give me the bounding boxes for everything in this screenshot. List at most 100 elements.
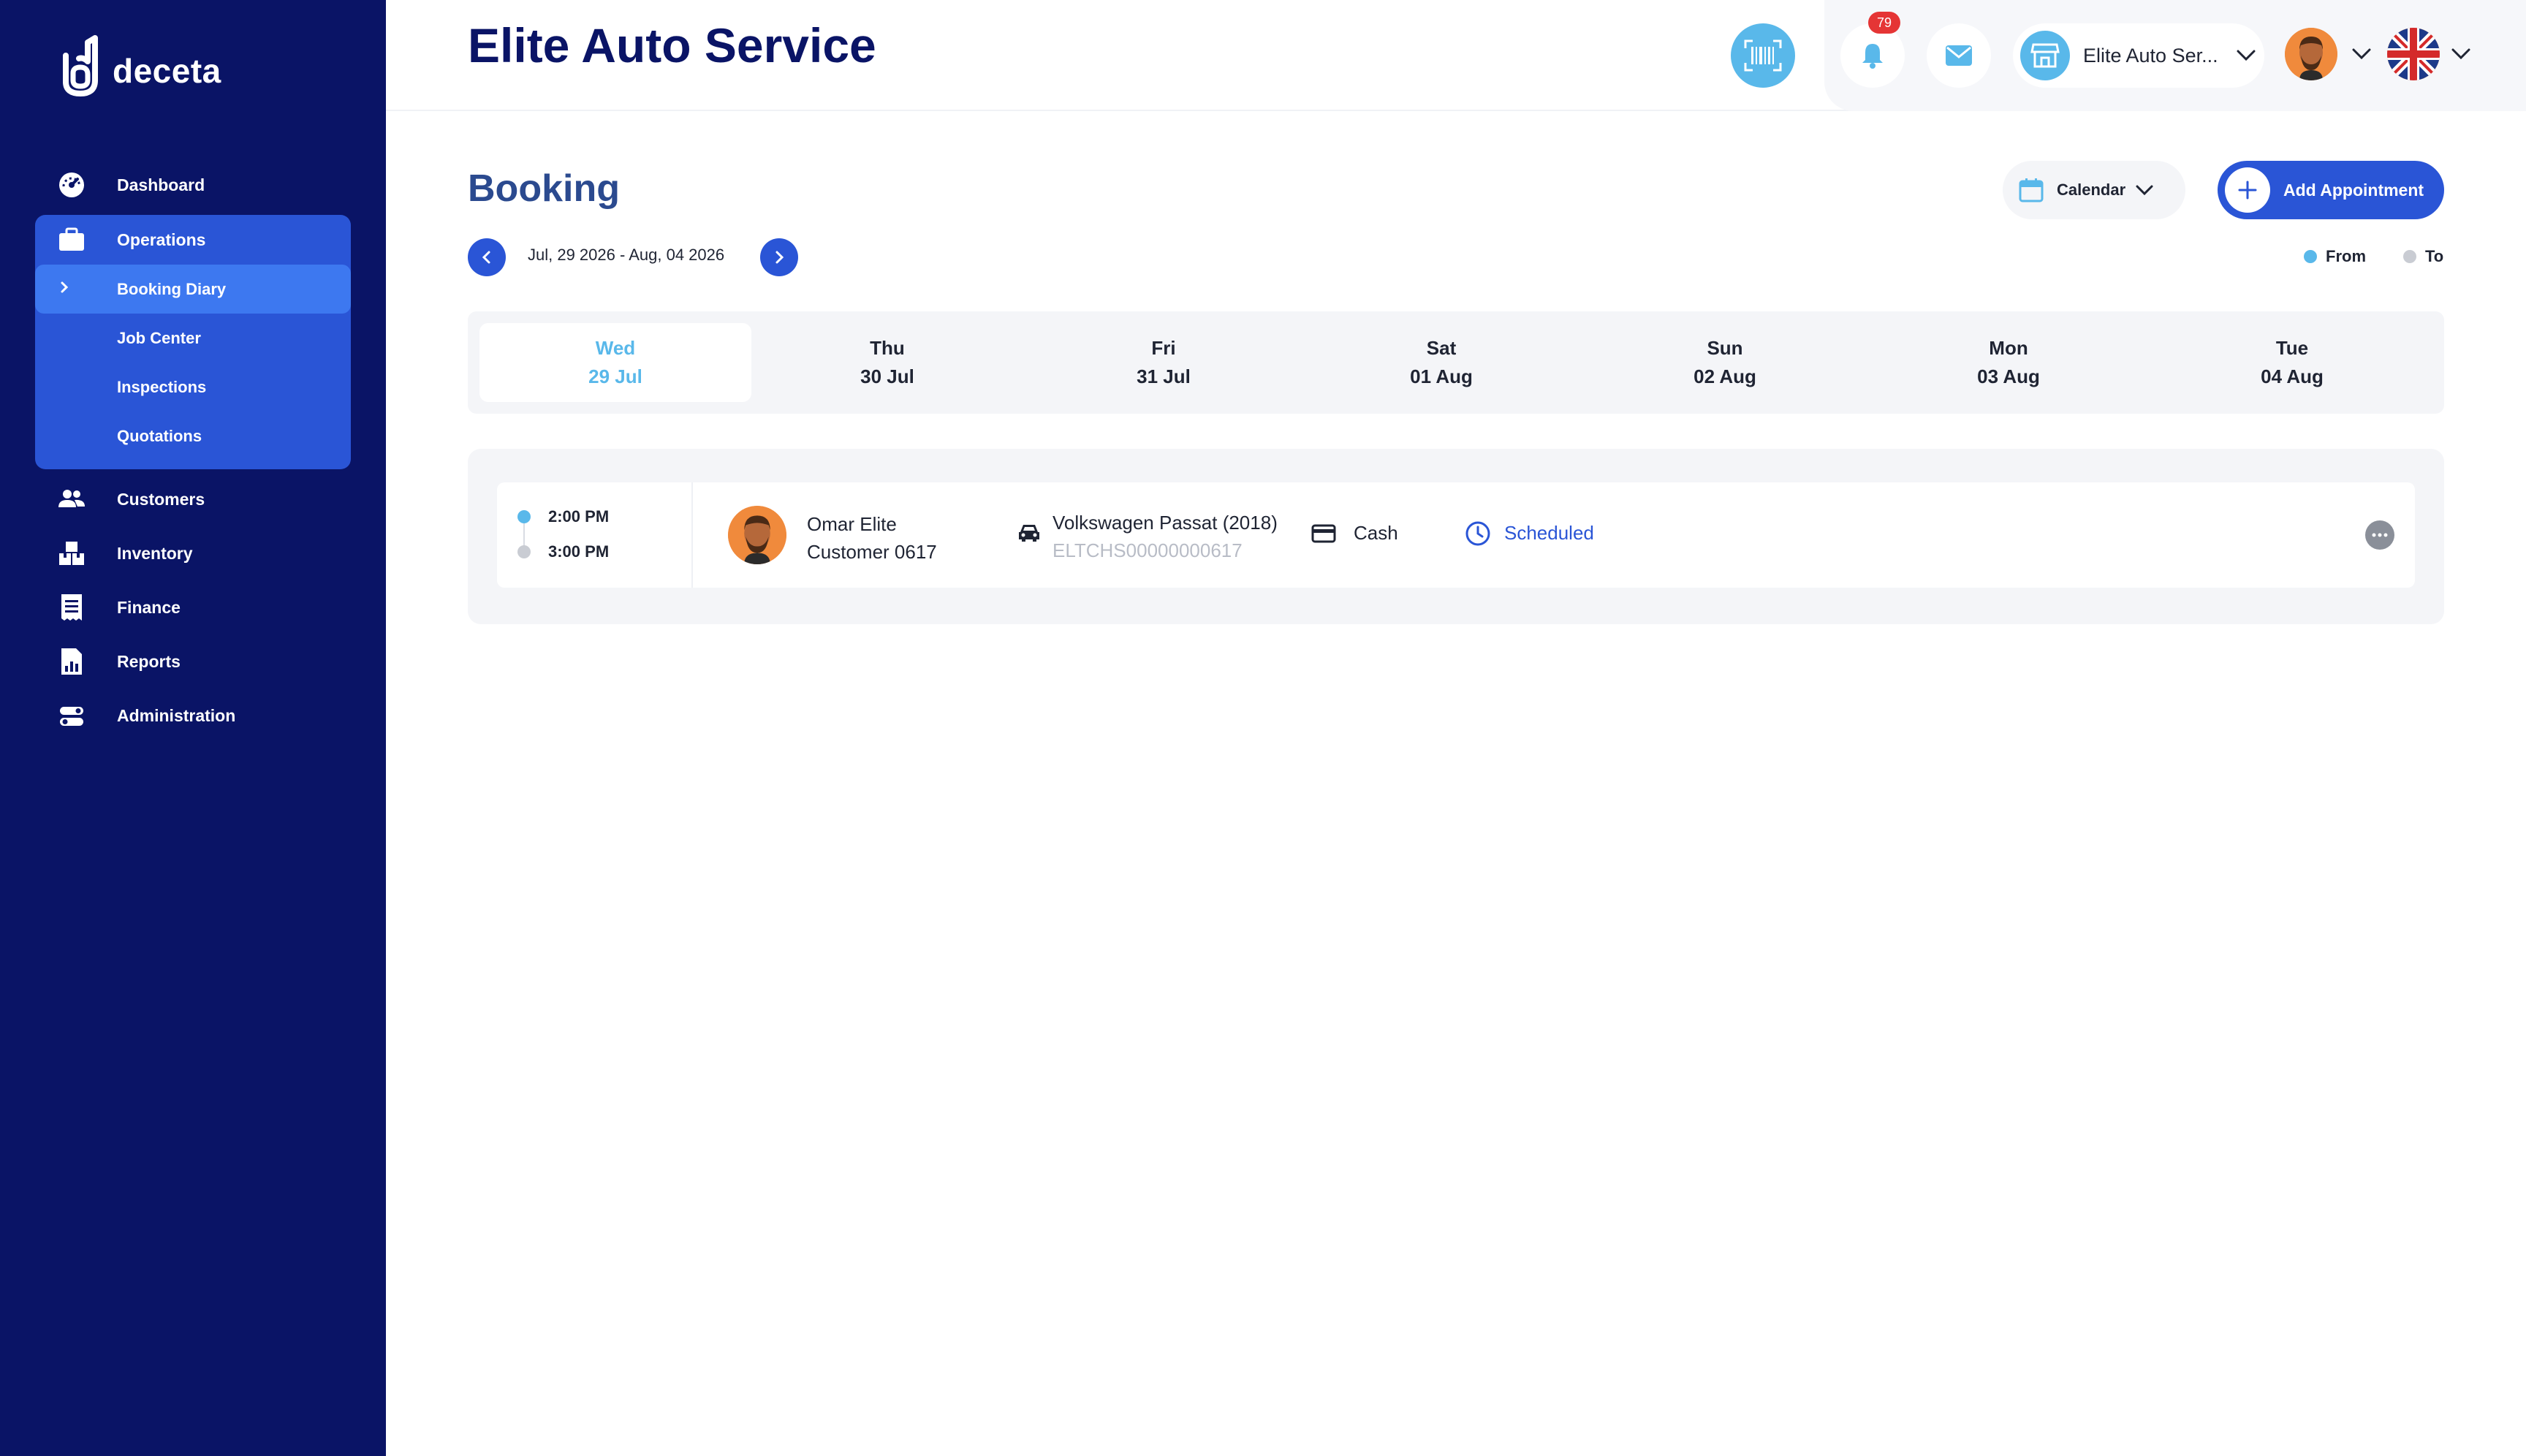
add-appointment-button[interactable]: Add Appointment — [2218, 161, 2444, 219]
chevron-down-icon — [2136, 185, 2153, 195]
legend-dot — [2304, 250, 2317, 263]
more-options-button[interactable] — [2365, 520, 2394, 550]
sidebar-item-reports[interactable]: Reports — [35, 634, 351, 689]
calendar-icon — [2019, 178, 2044, 202]
bell-icon — [1862, 44, 1883, 69]
vehicle-plate: ELTCHS00000000617 — [1052, 539, 1243, 561]
time-to: 3:00 PM — [517, 542, 609, 561]
day-of-week: Fri — [1151, 337, 1176, 359]
sidebar-subitem-label: Inspections — [117, 377, 207, 396]
store-icon — [2020, 31, 2070, 80]
vehicle-info[interactable]: Volkswagen Passat (2018) ELTCHS000000006… — [1052, 509, 1278, 564]
next-week-button[interactable] — [760, 238, 798, 276]
from-dot — [517, 510, 531, 523]
appointment-time: 2:00 PM 3:00 PM — [497, 482, 693, 588]
chevron-right-icon — [775, 251, 784, 264]
day-tab-mon[interactable]: Mon 03 Aug — [1873, 323, 2144, 402]
appointment-card[interactable]: 2:00 PM 3:00 PM Omar Elite Customer 0617… — [497, 482, 2415, 588]
sidebar-subitem-inspections[interactable]: Inspections — [35, 363, 351, 412]
to-dot — [517, 545, 531, 558]
customer-id: Customer 0617 — [807, 541, 937, 563]
legend-dot — [2403, 250, 2416, 263]
day-tab-fri[interactable]: Fri 31 Jul — [1028, 323, 1300, 402]
notifications-button[interactable]: 79 — [1840, 12, 1905, 88]
calendar-view-dropdown[interactable]: Calendar — [2003, 161, 2185, 219]
day-date: 04 Aug — [2261, 365, 2324, 387]
day-date: 03 Aug — [1977, 365, 2040, 387]
customer-info[interactable]: Omar Elite Customer 0617 — [807, 510, 937, 566]
chevron-down-icon — [2352, 48, 2371, 60]
credit-card-icon — [1311, 523, 1336, 547]
sidebar-subitem-quotations[interactable]: Quotations — [35, 412, 351, 460]
customer-name: Omar Elite — [807, 513, 897, 535]
app-title: Elite Auto Service — [468, 18, 876, 72]
day-date: 30 Jul — [860, 365, 914, 387]
sidebar-subitem-label: Quotations — [117, 426, 202, 445]
store-name: Elite Auto Ser... — [2083, 44, 2218, 67]
day-date: 02 Aug — [1694, 365, 1756, 387]
sidebar-subitem-job-center[interactable]: Job Center — [35, 314, 351, 363]
day-date: 31 Jul — [1137, 365, 1191, 387]
sidebar-nav: Dashboard Operations Booking Diary Job C… — [35, 158, 351, 743]
sidebar-item-label: Inventory — [117, 543, 193, 563]
day-of-week: Sun — [1707, 337, 1743, 359]
legend-from: From — [2304, 247, 2366, 266]
day-tab-thu[interactable]: Thu 30 Jul — [751, 323, 1023, 402]
briefcase-icon — [57, 225, 86, 254]
day-tab-tue[interactable]: Tue 04 Aug — [2156, 323, 2428, 402]
appointment-status: Scheduled — [1504, 522, 1594, 544]
sidebar-item-label: Administration — [117, 705, 236, 725]
store-selector[interactable]: Elite Auto Ser... — [2013, 23, 2264, 88]
chevron-left-icon — [482, 251, 490, 264]
page-title: Booking — [468, 167, 620, 210]
dashboard-icon — [57, 170, 86, 200]
chevron-down-icon — [2237, 50, 2256, 61]
day-date: 29 Jul — [588, 365, 642, 387]
sidebar-subitem-label: Booking Diary — [117, 279, 227, 298]
car-icon — [1017, 522, 1041, 546]
day-date: 01 Aug — [1410, 365, 1473, 387]
payment-method: Cash — [1354, 522, 1398, 544]
sidebar-item-inventory[interactable]: Inventory — [35, 526, 351, 580]
sidebar-subitem-booking-diary[interactable]: Booking Diary — [35, 265, 351, 314]
day-of-week: Mon — [1989, 337, 2028, 359]
sidebar-item-operations[interactable]: Operations — [35, 215, 351, 265]
notification-badge: 79 — [1868, 12, 1900, 34]
sidebar-item-administration[interactable]: Administration — [35, 689, 351, 743]
day-tab-sat[interactable]: Sat 01 Aug — [1305, 323, 1577, 402]
deceta-logo-icon — [63, 35, 98, 96]
brand-logo[interactable]: deceta — [57, 34, 221, 98]
sidebar-item-finance[interactable]: Finance — [35, 580, 351, 634]
barcode-icon — [1744, 39, 1782, 72]
user-avatar — [2285, 28, 2337, 80]
time-from-label: 2:00 PM — [548, 507, 610, 526]
receipt-icon — [57, 593, 86, 622]
clock-icon — [1465, 520, 1491, 550]
day-of-week: Tue — [2275, 337, 2309, 359]
header-actions: 79 Elite Auto Ser... — [1824, 0, 2526, 111]
legend-to: To — [2403, 247, 2443, 266]
top-bar: Elite Auto Service 79 Elite Auto Ser... — [386, 0, 2526, 111]
day-of-week: Sat — [1426, 337, 1457, 359]
barcode-scan-button[interactable] — [1731, 23, 1795, 88]
messages-button[interactable] — [1927, 23, 1991, 88]
day-of-week: Thu — [870, 337, 905, 359]
previous-week-button[interactable] — [468, 238, 506, 276]
add-appointment-label: Add Appointment — [2283, 180, 2424, 200]
plus-icon — [2225, 167, 2270, 213]
day-tab-wed[interactable]: Wed 29 Jul — [479, 323, 751, 402]
day-tab-sun[interactable]: Sun 02 Aug — [1589, 323, 1861, 402]
report-icon — [57, 647, 86, 676]
calendar-view-label: Calendar — [2057, 181, 2126, 199]
sidebar: deceta Dashboard Operations Booking Diar… — [0, 0, 386, 1456]
sidebar-item-dashboard[interactable]: Dashboard — [35, 158, 351, 212]
sidebar-item-customers[interactable]: Customers — [35, 472, 351, 526]
sidebar-item-label: Reports — [117, 651, 181, 671]
sidebar-item-label: Operations — [117, 230, 206, 249]
day-of-week: Wed — [595, 337, 636, 359]
toggle-icon — [57, 701, 86, 730]
language-selector[interactable] — [2387, 28, 2470, 80]
mail-icon — [1946, 45, 1972, 66]
user-menu[interactable] — [2285, 28, 2371, 80]
time-from: 2:00 PM — [517, 507, 609, 526]
